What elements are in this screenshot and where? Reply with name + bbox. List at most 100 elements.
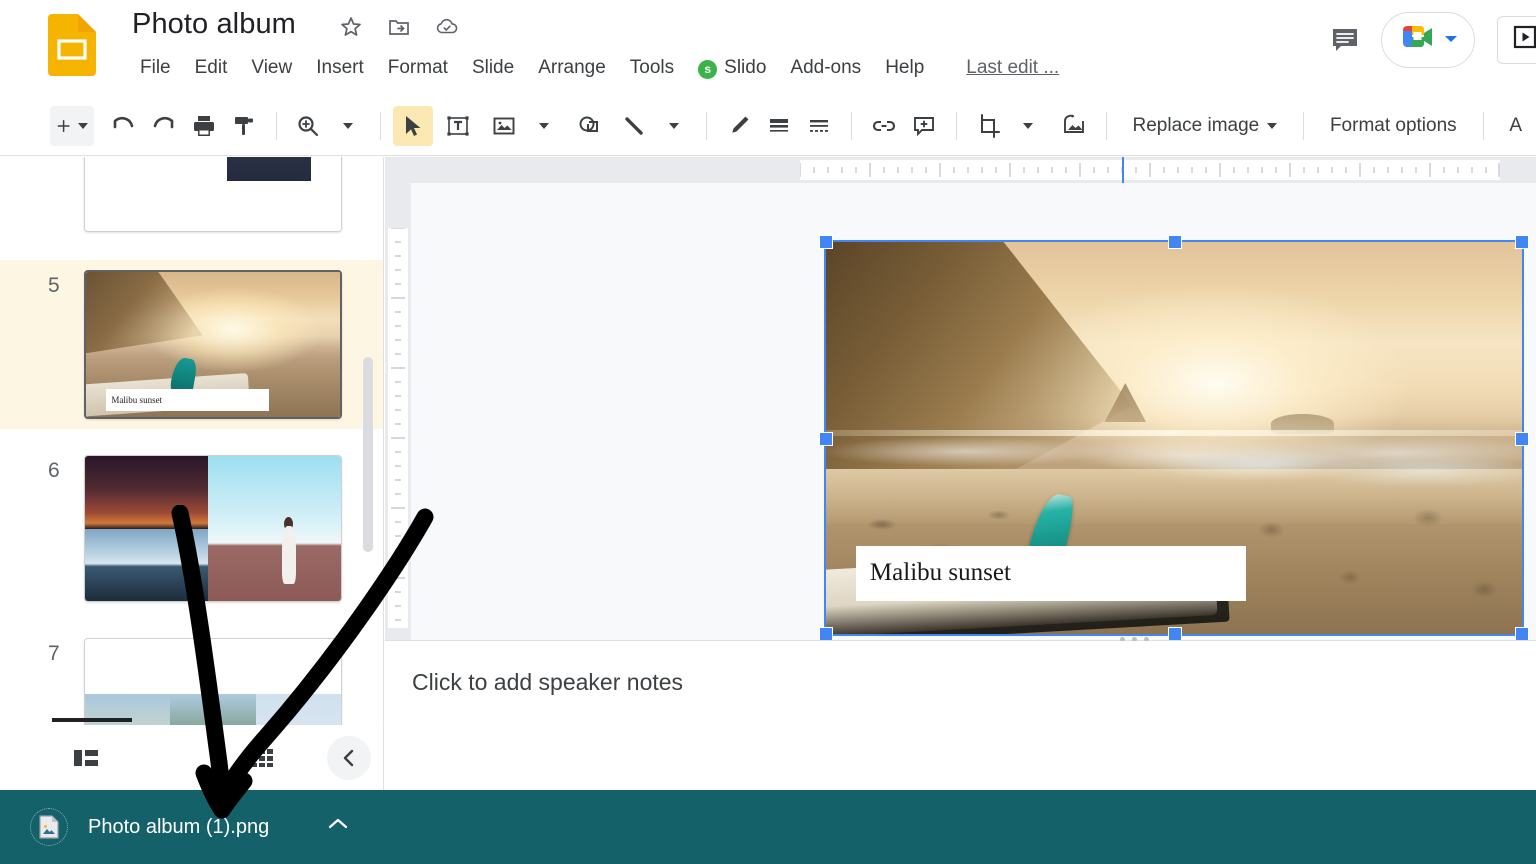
shape-button[interactable] — [569, 106, 609, 146]
horizontal-ruler-ticks — [800, 163, 1500, 177]
zoom-button[interactable] — [288, 106, 328, 146]
resize-handle-ne[interactable] — [1515, 235, 1529, 249]
line-dropdown[interactable] — [654, 106, 694, 146]
menu-bar: File Edit View Insert Format Slide Arran… — [128, 52, 1059, 84]
download-chip[interactable]: Photo album (1).png — [0, 790, 377, 864]
menu-tools[interactable]: Tools — [618, 52, 686, 84]
slide-filmstrip-panel[interactable]: Long Beach 6:28am 5 — [0, 157, 384, 725]
speaker-notes-area[interactable]: Click to add speaker notes — [385, 641, 1536, 790]
filmstrip-slide-6[interactable]: 6 — [0, 445, 383, 612]
menu-insert[interactable]: Insert — [304, 52, 376, 84]
alignment-guide — [1122, 157, 1124, 185]
star-icon[interactable] — [336, 12, 366, 42]
filmstrip-slide-5[interactable]: 5 Malibu sunset — [0, 260, 383, 429]
menu-slido[interactable]: s Slido — [686, 52, 778, 84]
slide-caption-textbox[interactable]: Malibu sunset — [855, 545, 1246, 601]
insert-image-button[interactable] — [484, 106, 524, 146]
vertical-ruler[interactable] — [385, 183, 411, 640]
vertical-ruler-ticks — [391, 228, 405, 621]
insert-image-dropdown[interactable] — [524, 106, 564, 146]
present-button[interactable]: S — [1497, 16, 1536, 64]
document-title[interactable]: Photo album — [132, 8, 296, 41]
line-button[interactable] — [614, 106, 654, 146]
filmstrip-scrollbar[interactable] — [363, 357, 373, 552]
slide-thumbnail-image: Malibu sunset — [86, 272, 340, 417]
horizontal-ruler[interactable] — [385, 157, 1536, 183]
present-slideshow-icon — [1512, 24, 1536, 56]
download-file-name: Photo album (1).png — [88, 815, 270, 838]
menu-arrange[interactable]: Arrange — [526, 52, 618, 84]
resize-handle-s[interactable] — [1168, 627, 1182, 640]
border-color-button[interactable] — [719, 106, 759, 146]
resize-handle-se[interactable] — [1515, 627, 1529, 640]
collapse-panel-button[interactable] — [327, 736, 371, 780]
slide-canvas[interactable]: Malibu sunset — [411, 183, 1536, 640]
crop-button[interactable] — [968, 106, 1008, 146]
text-box-button[interactable] — [438, 106, 478, 146]
insert-link-button[interactable] — [864, 106, 904, 146]
zoom-dropdown[interactable] — [328, 106, 368, 146]
slide-thumbnail[interactable]: Long Beach 6:28am — [84, 157, 342, 232]
cloud-saved-icon[interactable] — [432, 12, 462, 42]
slide-thumbnail[interactable]: Malibu sunset — [84, 270, 342, 419]
new-slide-dropdown-caret-down-icon[interactable] — [78, 122, 89, 129]
add-comment-button[interactable] — [904, 106, 944, 146]
select-tool-button[interactable] — [392, 105, 433, 146]
grid-view-button[interactable] — [240, 736, 284, 780]
move-to-folder-icon[interactable] — [384, 12, 414, 42]
border-weight-button[interactable] — [759, 106, 799, 146]
slide-number: 6 — [48, 459, 60, 482]
app-header: Photo album File Edit View Insert Format… — [0, 0, 1536, 96]
google-meet-button[interactable] — [1381, 12, 1476, 68]
slide-thumbnail-image — [85, 456, 341, 601]
selected-image-object[interactable]: Malibu sunset — [819, 235, 1529, 640]
new-slide-button[interactable] — [50, 105, 95, 146]
download-menu-button[interactable] — [327, 816, 349, 837]
lifeguard-tower-photo — [227, 157, 311, 181]
slide-5-caption: Malibu sunset — [106, 389, 269, 412]
slido-badge-icon: s — [698, 59, 718, 79]
slide-thumbnail[interactable] — [84, 455, 342, 602]
menu-addons[interactable]: Add-ons — [778, 52, 873, 84]
crop-dropdown[interactable] — [1008, 106, 1048, 146]
filmstrip-view-button[interactable] — [64, 736, 108, 780]
replace-image-button[interactable]: Replace image — [1119, 106, 1292, 146]
menu-slide[interactable]: Slide — [460, 52, 526, 84]
redo-button[interactable] — [144, 106, 184, 146]
last-edit-link[interactable]: Last edit ... — [966, 57, 1059, 79]
comment-history-icon[interactable] — [1317, 12, 1373, 68]
toolbar-overflow-label: A — [1509, 114, 1523, 136]
mask-image-button[interactable] — [1054, 106, 1094, 146]
slide-thumbnail[interactable] — [84, 638, 342, 725]
speaker-notes-placeholder: Click to add speaker notes — [412, 669, 684, 695]
filmstrip-footer — [0, 725, 384, 790]
slide-number: 7 — [48, 642, 60, 665]
chevron-down-icon — [1444, 31, 1458, 49]
resize-handle-sw[interactable] — [819, 627, 833, 640]
menu-format[interactable]: Format — [376, 52, 460, 84]
menu-file[interactable]: File — [128, 52, 183, 84]
menu-help[interactable]: Help — [873, 52, 936, 84]
undo-button[interactable] — [104, 106, 144, 146]
filmstrip-view-icon — [74, 750, 98, 766]
download-progress-ring — [30, 808, 68, 846]
slide-photo-malibu-sunset: Malibu sunset — [826, 242, 1522, 634]
resize-handle-e[interactable] — [1515, 432, 1529, 446]
menu-view[interactable]: View — [239, 52, 304, 84]
menu-edit[interactable]: Edit — [183, 52, 240, 84]
toolbar-overflow-button[interactable]: A — [1495, 106, 1536, 146]
image-file-icon — [39, 815, 59, 839]
border-dash-button[interactable] — [799, 106, 839, 146]
paint-format-button[interactable] — [224, 106, 264, 146]
chevron-left-icon — [343, 749, 354, 767]
caret-down-icon — [343, 122, 354, 129]
filmstrip-slide-4[interactable]: Long Beach 6:28am — [0, 157, 383, 242]
resize-handle-nw[interactable] — [819, 235, 833, 249]
resize-handle-w[interactable] — [819, 432, 833, 446]
slide-canvas-area[interactable]: Malibu sunset — [385, 157, 1536, 640]
print-button[interactable] — [184, 106, 224, 146]
filmstrip-slide-7[interactable]: 7 — [0, 628, 383, 725]
resize-handle-n[interactable] — [1168, 235, 1182, 249]
format-options-button[interactable]: Format options — [1316, 106, 1471, 146]
panel-resize-handle[interactable] — [52, 718, 132, 722]
